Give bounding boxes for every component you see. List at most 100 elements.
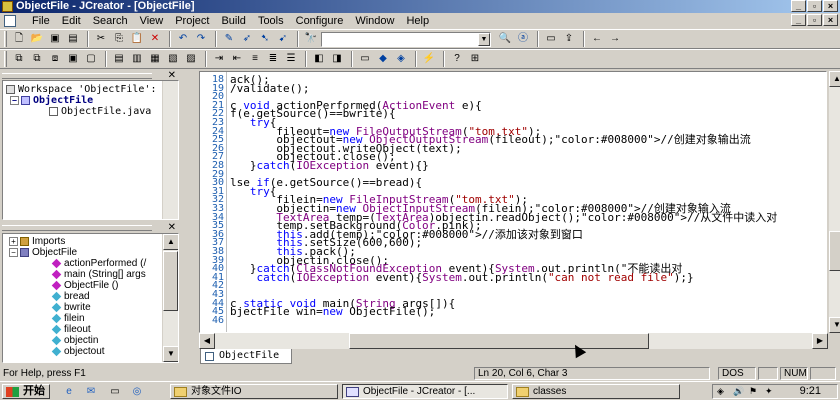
monitor-icon[interactable]: ▢ [83,51,99,67]
imports-node[interactable]: + Imports [9,236,65,247]
mdi-restore-button[interactable]: ▫ [807,14,822,26]
menu-window[interactable]: Window [349,13,400,29]
uncomment-icon[interactable]: ≣ [265,51,281,67]
menu-build[interactable]: Build [215,13,251,29]
undo-icon[interactable]: ↶ [175,31,191,47]
collapse-icon[interactable]: − [9,247,18,257]
compile-icon[interactable]: ▤ [111,51,127,67]
workspace-vscroll[interactable] [162,81,178,219]
member-node[interactable]: objectin [51,335,98,346]
ie-icon[interactable]: e [62,385,76,398]
tray-icon-app[interactable]: ⚑ [749,385,757,398]
document-tab[interactable]: ObjectFile [200,349,292,364]
fullscreen-icon[interactable]: ▣ [65,51,81,67]
scroll-thumb[interactable] [829,231,840,271]
member-node[interactable]: actionPerformed (/ [51,258,146,269]
method-wizard-icon[interactable]: ◆ [375,51,391,67]
window-titlebar[interactable]: ObjectFile - JCreator - [ObjectFile] _ ▫… [0,0,840,13]
scroll-right-icon[interactable]: ▶ [812,333,828,349]
outlook-icon[interactable]: ✉ [84,385,98,398]
open-folder-icon[interactable]: 📂 [29,31,45,47]
menu-help[interactable]: Help [400,13,435,29]
project-node[interactable]: − ObjectFile [10,95,93,106]
workspace-grip[interactable] [2,73,152,79]
collapse-icon[interactable]: − [10,95,19,105]
new-project-icon[interactable]: ◨ [329,51,345,67]
editor-vscroll[interactable]: ▲ ▼ [828,71,840,333]
show-desktop-icon[interactable]: ▭ [108,385,122,398]
scroll-left-icon[interactable]: ◀ [199,333,215,349]
output-window-icon[interactable]: ⧉ [29,51,45,67]
scroll-down-icon[interactable]: ▼ [829,317,840,333]
mdi-minimize-button[interactable]: _ [791,14,806,26]
export-icon[interactable]: ⇪ [561,31,577,47]
find-icon[interactable]: 🔭 [303,31,319,47]
classview-grip[interactable] [2,225,152,231]
delete-icon[interactable]: ✕ [147,31,163,47]
clear-bookmarks-icon[interactable]: ➹ [275,31,291,47]
help-icon[interactable]: ? [449,51,465,67]
menu-view[interactable]: View [134,13,170,29]
member-node[interactable]: bwrite [51,302,91,313]
build-icon[interactable]: ▥ [129,51,145,67]
member-node[interactable]: fileout [51,324,91,335]
code-editor[interactable]: 18 ack(); 19/validate(); 20 21 c void actionP… [199,71,827,333]
menu-file[interactable]: File [26,13,56,29]
taskbar-button-classes[interactable]: classes [512,384,680,399]
save-all-icon[interactable]: ▤ [65,31,81,47]
menu-configure[interactable]: Configure [290,13,350,29]
code-line[interactable]: 46 [200,315,820,326]
workspace-window-icon[interactable]: ⧉ [11,51,27,67]
context-help-icon[interactable]: ⊞ [467,51,483,67]
class-node[interactable]: − ObjectFile [9,247,77,258]
menu-tools[interactable]: Tools [252,13,290,29]
new-file-icon[interactable]: 🗋 [11,31,27,47]
find-in-files-icon[interactable]: 🔍 [497,31,513,47]
add-member-icon[interactable]: ▭ [357,51,373,67]
taskbar-button-folder[interactable]: 对象文件IO [170,384,338,399]
tray-icon-sound[interactable]: 🔊 [733,385,744,398]
paste-icon[interactable]: 📋 [129,31,145,47]
stop-build-icon[interactable]: ▧ [165,51,181,67]
expand-icon[interactable]: + [9,236,18,246]
mdi-close-button[interactable]: × [823,14,838,26]
member-node[interactable]: main (String[] args [51,269,146,280]
tray-icon-network[interactable]: ◈ [717,385,724,398]
next-bookmark-icon[interactable]: ➶ [239,31,255,47]
window-layout-icon[interactable]: ▭ [543,31,559,47]
format-icon[interactable]: ☰ [283,51,299,67]
classview-window-icon[interactable]: ⧈ [47,51,63,67]
taskbar-button-jcreator[interactable]: ObjectFile - JCreator - [... [342,384,508,399]
close-button[interactable]: × [823,0,838,12]
media-icon[interactable]: ◎ [130,385,144,398]
editor-hscroll[interactable]: ◀ ▶ [199,333,828,349]
start-button[interactable]: 开始 [2,384,50,399]
execute-icon[interactable]: ▨ [183,51,199,67]
tool-icon[interactable]: ⚡ [421,51,437,67]
save-icon[interactable]: ▣ [47,31,63,47]
prev-bookmark-icon[interactable]: ➷ [257,31,273,47]
menu-project[interactable]: Project [169,13,215,29]
copy-icon[interactable]: ⎘ [111,31,127,47]
scroll-thumb[interactable] [349,333,649,349]
cut-icon[interactable]: ✂ [93,31,109,47]
redo-icon[interactable]: ↷ [193,31,209,47]
member-node[interactable]: filein [51,313,85,324]
chevron-down-icon[interactable]: ▼ [478,32,490,46]
toggle-bookmark-icon[interactable]: ✎ [221,31,237,47]
find-combo[interactable]: ▼ [321,31,491,47]
new-class-icon[interactable]: ◧ [311,51,327,67]
scroll-up-icon[interactable]: ▲ [829,71,840,87]
scroll-thumb[interactable] [163,251,178,311]
member-node[interactable]: objectout [51,346,105,357]
replace-icon[interactable]: ⓐ [515,31,531,47]
workspace-root[interactable]: Workspace 'ObjectFile': [6,84,156,95]
rebuild-icon[interactable]: ▦ [147,51,163,67]
menu-edit[interactable]: Edit [56,13,87,29]
member-node[interactable]: ObjectFile () [51,280,118,291]
member-node[interactable]: bread [51,291,90,302]
indent-icon[interactable]: ⇥ [211,51,227,67]
scroll-down-icon[interactable]: ▼ [163,346,178,362]
file-node[interactable]: ObjectFile.java [49,106,151,117]
back-arrow-icon[interactable]: ← [589,31,605,47]
